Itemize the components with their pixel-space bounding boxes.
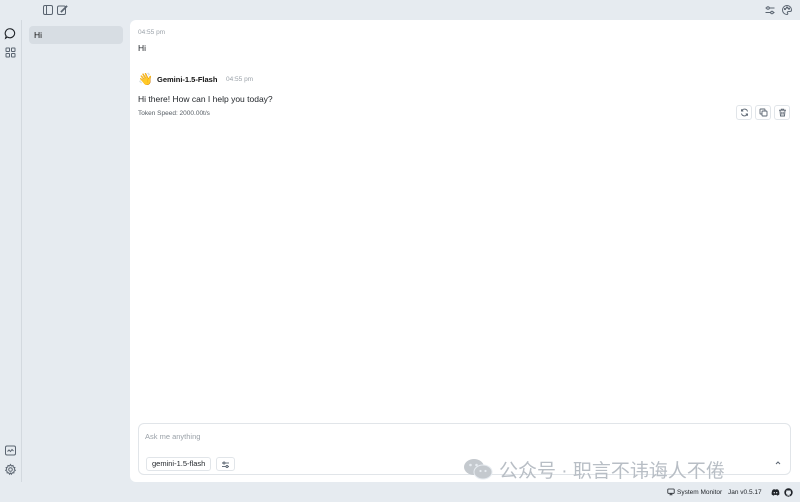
sliders-icon[interactable] (764, 4, 776, 16)
assistant-avatar: 👋 (138, 72, 153, 86)
gear-icon[interactable] (4, 463, 17, 476)
assistant-message-text: Hi there! How can I help you today? (138, 94, 273, 104)
user-message-text: Hi (138, 43, 147, 53)
trash-icon (778, 108, 787, 117)
terminal-icon[interactable] (4, 444, 17, 457)
refresh-icon (740, 108, 749, 117)
discord-icon[interactable] (771, 488, 780, 497)
model-selector[interactable]: gemini-1.5-flash (146, 457, 212, 471)
top-bar (0, 0, 800, 20)
watermark-text: 公众号 · 职言不讳诲人不倦 (499, 460, 725, 482)
edit-icon[interactable] (56, 4, 68, 16)
panel-icon[interactable] (42, 4, 54, 16)
model-settings-button[interactable] (216, 457, 235, 471)
nav-rail (0, 20, 22, 482)
thread-item[interactable]: Hi (29, 26, 123, 44)
copy-icon (759, 108, 768, 117)
github-icon[interactable] (784, 488, 793, 497)
sliders-icon (221, 460, 230, 469)
app-version: Jan v0.5.17 (728, 489, 762, 496)
system-monitor-button[interactable]: System Monitor (667, 488, 722, 496)
wechat-icon (463, 458, 493, 480)
palette-icon[interactable] (781, 4, 793, 16)
grid-icon[interactable] (4, 46, 17, 59)
chat-panel: 04:55 pm Hi 👋 Gemini-1.5-Flash 04:55 pm … (130, 20, 800, 482)
assistant-name: Gemini-1.5-Flash (157, 75, 218, 84)
assistant-message-time: 04:55 pm (226, 76, 254, 83)
monitor-icon (667, 488, 675, 496)
token-speed: Token Speed: 2000.00t/s (138, 110, 210, 117)
watermark: 公众号 · 职言不讳诲人不倦 (463, 457, 725, 482)
thread-list: Hi (22, 20, 130, 482)
message-input[interactable] (145, 429, 645, 443)
chevron-up-icon[interactable] (773, 458, 783, 468)
copy-button[interactable] (755, 105, 771, 120)
user-message-time: 04:55 pm (138, 29, 166, 36)
delete-button[interactable] (774, 105, 790, 120)
status-bar: System Monitor Jan v0.5.17 (0, 484, 800, 502)
system-monitor-label: System Monitor (677, 488, 723, 496)
chat-icon[interactable] (4, 27, 17, 40)
regenerate-button[interactable] (736, 105, 752, 120)
